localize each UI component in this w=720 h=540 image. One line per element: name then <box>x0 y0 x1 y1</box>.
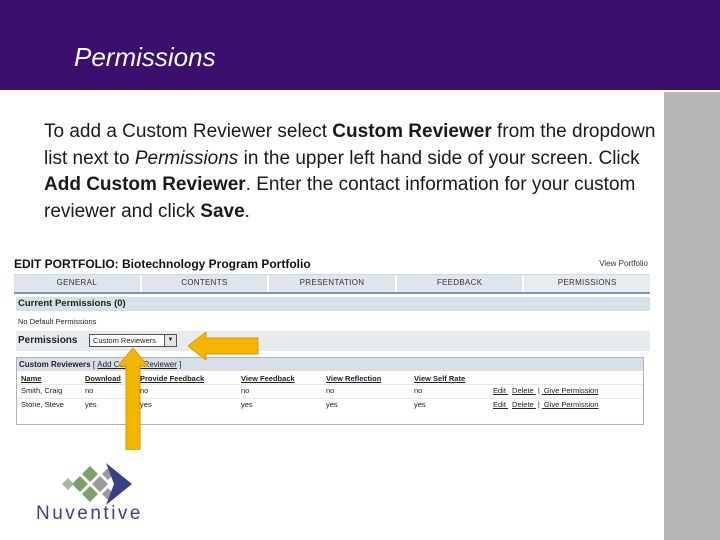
instructions-bold: Add Custom Reviewer <box>44 174 246 195</box>
view-portfolio-link[interactable]: View Portfolio <box>599 259 648 268</box>
download-value: no <box>85 386 94 395</box>
view-feedback-value: yes <box>241 400 253 409</box>
tab-feedback[interactable]: FEEDBACK <box>396 275 525 292</box>
view-reflection-value: no <box>326 386 335 395</box>
arrow-up-icon <box>118 348 148 450</box>
column-header[interactable]: View Feedback <box>241 374 295 383</box>
instructions-part: in the upper left hand side of your scre… <box>238 147 640 169</box>
table-row: Stone, Steve yes yes yes yes yes Edit De… <box>17 398 643 412</box>
permissions-label: Permissions <box>18 335 78 346</box>
delete-link[interactable]: Delete <box>512 400 534 409</box>
page-title: Permissions <box>74 42 216 72</box>
instructions-italic: Permissions <box>134 147 239 169</box>
header-banner: Permissions <box>0 0 720 90</box>
reviewer-name: Stone, Steve <box>21 400 64 409</box>
tab-general[interactable]: GENERAL <box>14 275 142 292</box>
custom-reviewers-label: Custom Reviewers <box>19 360 91 369</box>
tab-contents[interactable]: CONTENTS <box>141 275 270 292</box>
tab-presentation[interactable]: PRESENTATION <box>269 275 397 292</box>
tab-bar: GENERAL CONTENTS PRESENTATION FEEDBACK P… <box>14 274 650 292</box>
permissions-select[interactable]: Custom Reviewers ▼ <box>89 334 177 347</box>
give-permission-link[interactable]: Give Permission <box>544 400 599 409</box>
view-self-rate-value: no <box>414 386 423 395</box>
row-actions: Edit Delete | Give Permission <box>493 400 598 409</box>
delete-link[interactable]: Delete <box>512 386 534 395</box>
edit-link[interactable]: Edit <box>493 400 506 409</box>
instructions-part: To add a Custom Reviewer select <box>44 121 333 142</box>
pipe-separator: | <box>537 400 540 409</box>
table-header-row: Name Download Provide Feedback View Feed… <box>17 373 643 384</box>
column-header[interactable]: Provide Feedback <box>140 374 204 383</box>
column-header[interactable]: View Self Rate <box>414 374 465 383</box>
portfolio-title: EDIT PORTFOLIO: Biotechnology Program Po… <box>14 257 311 271</box>
row-actions: Edit Delete | Give Permission <box>493 386 598 395</box>
view-feedback-value: no <box>241 386 250 395</box>
no-default-permissions: No Default Permissions <box>18 317 97 326</box>
current-permissions-header: Current Permissions (0) <box>16 297 650 311</box>
permissions-select-value: Custom Reviewers <box>93 336 156 345</box>
logo-mark-icon <box>62 463 132 505</box>
bracket-open: [ <box>92 360 96 369</box>
bracket-close: ] <box>179 360 182 369</box>
custom-reviewers-header: Custom Reviewers [ Add Custom Reviewer ] <box>17 358 643 371</box>
download-value: yes <box>85 400 97 409</box>
nuventive-logo: Nuventive <box>36 463 166 524</box>
column-header[interactable]: Download <box>85 374 121 383</box>
reviewers-table: Name Download Provide Feedback View Feed… <box>17 373 643 412</box>
logo-text: Nuventive <box>36 503 143 524</box>
embedded-screenshot: EDIT PORTFOLIO: Biotechnology Program Po… <box>12 255 652 433</box>
instructions-bold: Save <box>200 200 245 222</box>
instructions-part: . <box>244 200 250 222</box>
table-row: Smith, Craig no no no no no Edit Delete … <box>17 384 643 398</box>
tab-divider <box>14 292 650 294</box>
view-self-rate-value: yes <box>414 400 426 409</box>
instructions-text: To add a Custom Reviewer select Custom R… <box>44 119 664 225</box>
column-header[interactable]: Name <box>21 374 41 383</box>
chevron-down-icon[interactable]: ▼ <box>164 335 176 346</box>
side-panel <box>664 92 720 540</box>
edit-link[interactable]: Edit <box>493 386 506 395</box>
view-reflection-value: yes <box>326 400 338 409</box>
reviewer-name: Smith, Craig <box>21 386 63 395</box>
tab-permissions[interactable]: PERMISSIONS <box>524 275 650 292</box>
instructions-bold: Custom Reviewer <box>332 121 492 142</box>
give-permission-link[interactable]: Give Permission <box>544 386 599 395</box>
custom-reviewers-panel: Custom Reviewers [ Add Custom Reviewer ]… <box>16 357 644 425</box>
column-header[interactable]: View Reflection <box>326 374 381 383</box>
arrow-left-icon <box>188 332 259 360</box>
pipe-separator: | <box>537 386 540 395</box>
permissions-row: Permissions Custom Reviewers ▼ <box>16 331 650 351</box>
